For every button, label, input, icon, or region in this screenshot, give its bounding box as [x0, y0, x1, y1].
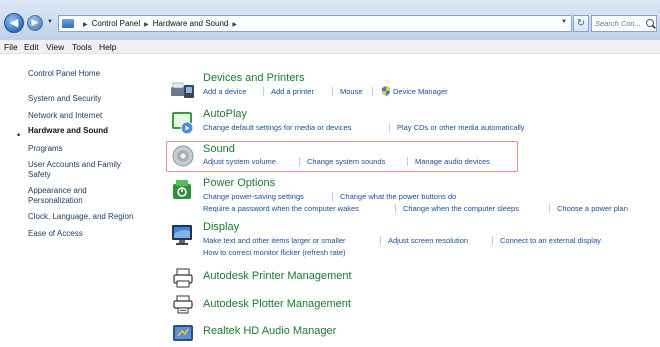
autodesk-printer-management-title[interactable]: Autodesk Printer Management — [203, 270, 352, 282]
speaker-icon — [172, 145, 194, 167]
nav-user-accounts-line1[interactable]: User Accounts and Family — [28, 160, 121, 170]
link-separator — [332, 192, 333, 201]
autodesk-plotter-management-title[interactable]: Autodesk Plotter Management — [203, 298, 351, 310]
control-panel-icon — [62, 19, 74, 28]
change-power-buttons-link[interactable]: Change what the power buttons do — [340, 192, 456, 201]
nav-programs[interactable]: Programs — [28, 144, 63, 154]
change-power-saving-settings-link[interactable]: Change power-saving settings — [203, 192, 304, 201]
nav-appearance-line2[interactable]: Personalization — [28, 196, 83, 206]
breadcrumb-separator-icon[interactable]: ▶ — [232, 22, 237, 28]
change-default-media-settings-link[interactable]: Change default settings for media or dev… — [203, 123, 351, 132]
address-toolbar: ◀ ▶ ▼ ▶ Control Panel ▶ Hardware and Sound ▶… — [0, 0, 660, 40]
search-icon[interactable] — [646, 19, 654, 27]
printer-icon — [173, 268, 193, 288]
nav-control-panel-home[interactable]: Control Panel Home — [28, 69, 100, 79]
link-separator — [380, 236, 381, 245]
power-options-icon — [173, 180, 191, 199]
back-arrow-icon: ◀ — [9, 16, 19, 29]
menu-bar: File Edit View Tools Help — [0, 40, 660, 54]
realtek-hd-audio-manager-title[interactable]: Realtek HD Audio Manager — [203, 325, 336, 337]
search-input[interactable] — [595, 18, 647, 29]
display-icon — [172, 225, 192, 245]
menu-help[interactable]: Help — [99, 42, 116, 52]
nav-hardware-and-sound: Hardware and Sound — [28, 126, 109, 135]
refresh-icon: ↻ — [576, 18, 586, 29]
forward-arrow-icon: ▶ — [31, 18, 39, 28]
menu-edit[interactable]: Edit — [24, 42, 39, 52]
address-dropdown-icon[interactable]: ▼ — [561, 19, 567, 25]
autoplay-icon — [172, 112, 194, 135]
plotter-icon — [173, 295, 193, 314]
realtek-audio-icon — [173, 325, 193, 341]
refresh-button[interactable]: ↻ — [573, 15, 589, 32]
nav-user-accounts-line2[interactable]: Safety — [28, 170, 51, 180]
nav-network-and-internet[interactable]: Network and Internet — [28, 111, 102, 121]
menu-file[interactable]: File — [4, 42, 18, 52]
sound-title[interactable]: Sound — [203, 143, 235, 155]
link-separator — [263, 87, 264, 96]
add-a-printer-link[interactable]: Add a printer — [271, 87, 314, 96]
play-cds-automatically-link[interactable]: Play CDs or other media automatically — [397, 123, 525, 132]
link-separator — [332, 87, 333, 96]
nav-clock-language-region[interactable]: Clock, Language, and Region — [28, 212, 133, 222]
nav-ease-of-access[interactable]: Ease of Access — [28, 229, 83, 239]
adjust-system-volume-link[interactable]: Adjust system volume — [203, 157, 276, 166]
link-separator — [389, 123, 390, 132]
connect-external-display-link[interactable]: Connect to an external display — [500, 236, 601, 245]
nav-appearance-line1[interactable]: Appearance and — [28, 186, 87, 196]
change-sleep-time-link[interactable]: Change when the computer sleeps — [403, 204, 519, 213]
recent-pages-dropdown-icon[interactable]: ▼ — [47, 19, 53, 25]
back-button[interactable]: ◀ — [4, 13, 24, 33]
change-system-sounds-link[interactable]: Change system sounds — [307, 157, 385, 166]
monitor-flicker-link[interactable]: How to correct monitor flicker (refresh … — [203, 248, 346, 257]
device-manager-link[interactable]: Device Manager — [393, 87, 448, 96]
link-separator — [395, 204, 396, 213]
breadcrumb-control-panel[interactable]: Control Panel — [92, 19, 140, 28]
manage-audio-devices-link[interactable]: Manage audio devices — [415, 157, 490, 166]
add-a-device-link[interactable]: Add a device — [203, 87, 246, 96]
devices-and-printers-icon — [171, 82, 194, 98]
forward-button[interactable]: ▶ — [27, 15, 43, 31]
link-separator — [372, 87, 373, 96]
make-text-larger-link[interactable]: Make text and other items larger or smal… — [203, 236, 346, 245]
nav-system-and-security[interactable]: System and Security — [28, 94, 101, 104]
breadcrumb-separator-icon[interactable]: ▶ — [144, 22, 149, 28]
breadcrumb-hardware-and-sound[interactable]: Hardware and Sound — [153, 19, 229, 28]
link-separator — [492, 236, 493, 245]
require-password-on-wake-link[interactable]: Require a password when the computer wak… — [203, 204, 359, 213]
breadcrumb-separator-icon[interactable]: ▶ — [83, 22, 88, 28]
link-separator — [549, 204, 550, 213]
menu-tools[interactable]: Tools — [72, 42, 92, 52]
choose-power-plan-link[interactable]: Choose a power plan — [557, 204, 628, 213]
link-separator — [407, 157, 408, 166]
devices-and-printers-title[interactable]: Devices and Printers — [203, 72, 305, 84]
search-box[interactable] — [591, 15, 657, 32]
breadcrumb: ▶ Control Panel ▶ Hardware and Sound ▶ — [79, 19, 241, 28]
display-title[interactable]: Display — [203, 221, 239, 233]
current-category-bullet: • — [17, 130, 21, 140]
autoplay-title[interactable]: AutoPlay — [203, 108, 247, 120]
mouse-link[interactable]: Mouse — [340, 87, 363, 96]
menu-view[interactable]: View — [46, 42, 64, 52]
address-bar[interactable]: ▶ Control Panel ▶ Hardware and Sound ▶ ▼ — [58, 15, 572, 32]
adjust-screen-resolution-link[interactable]: Adjust screen resolution — [388, 236, 468, 245]
power-options-title[interactable]: Power Options — [203, 177, 275, 189]
link-separator — [299, 157, 300, 166]
shield-icon — [382, 86, 390, 96]
